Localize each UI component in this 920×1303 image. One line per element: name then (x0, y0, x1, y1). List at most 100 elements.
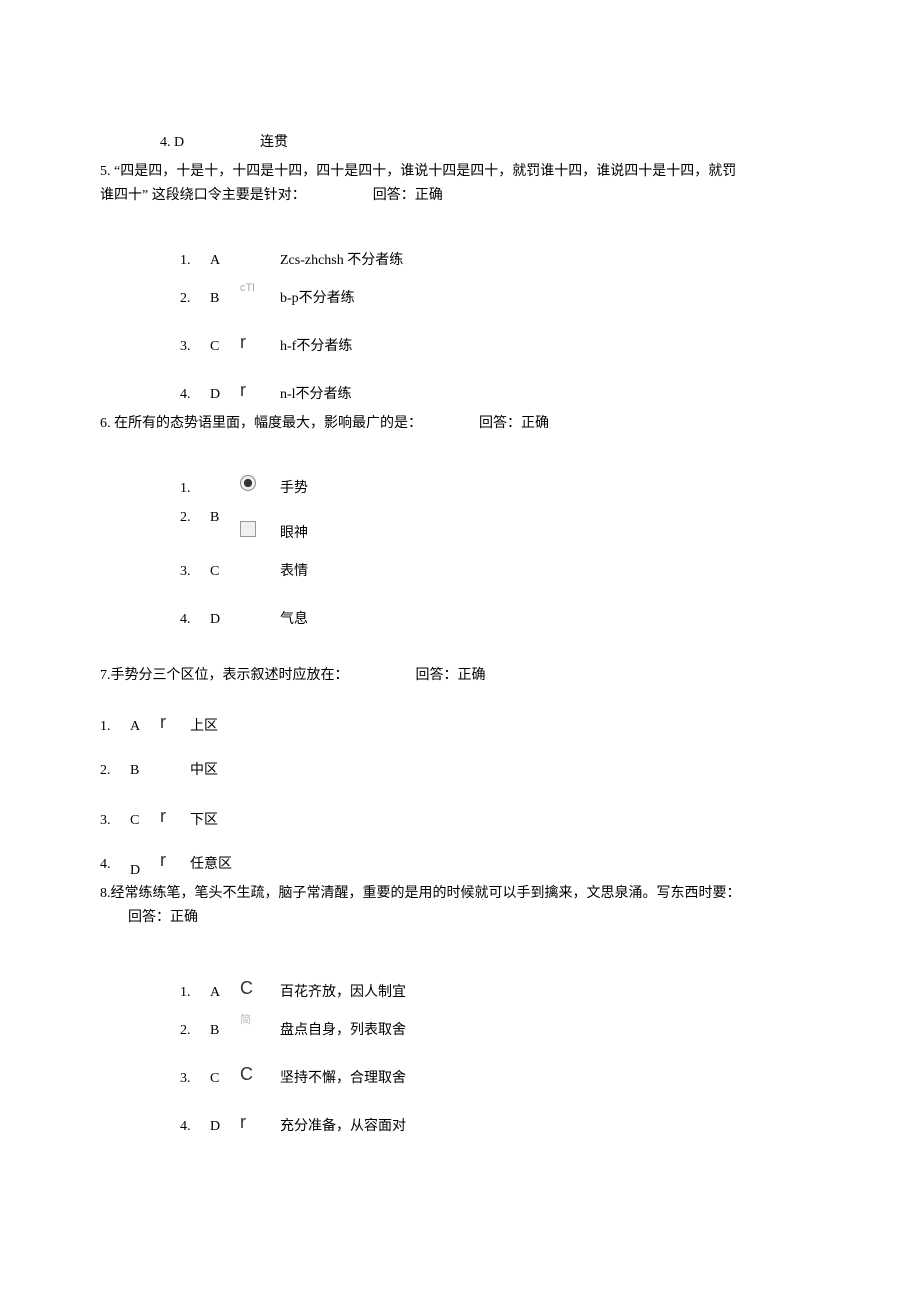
question-text: 在所有的态势语里面，幅度最大，影响最广的是： (114, 416, 422, 431)
option-marker (240, 475, 280, 499)
option-marker (240, 558, 280, 582)
option-number: 2. (180, 1020, 210, 1041)
option-letter: C (210, 561, 240, 582)
radio-selected-icon[interactable] (240, 475, 256, 491)
option-marker: r (240, 381, 280, 405)
option-text: Zcs-zhchsh 不分者练 (280, 250, 820, 271)
marker-r: r (240, 1112, 246, 1132)
option-text: b-p不分者练 (280, 288, 820, 309)
option-letter: C (130, 810, 160, 831)
marker-small: 简 (240, 1014, 251, 1026)
option-letter: D (130, 860, 160, 881)
q4-option-d: 4. D 连贯 (100, 123, 820, 153)
question-number: 6. (100, 416, 111, 431)
option-marker (240, 606, 280, 630)
option-marker: r (160, 713, 190, 737)
q7-option: 4. D r 任意区 (100, 845, 820, 875)
option-number: 1. (180, 982, 210, 1003)
marker-r: r (160, 806, 166, 826)
option-number: 2. (180, 507, 210, 528)
option-text: 眼神 (280, 507, 820, 544)
option-letter: B (210, 507, 240, 528)
marker-C: C (240, 1064, 253, 1084)
question-text: “四是四，十是十，十四是十四，四十是四十，谁说十四是四十，就罚谁十四，谁说四十是… (114, 164, 736, 179)
q6-line: 6. 在所有的态势语里面，幅度最大，影响最广的是： 回答：正确 (100, 413, 820, 434)
question-text-cont: 谁四十” 这段绕口令主要是针对： (100, 188, 306, 203)
option-marker: r (240, 333, 280, 357)
option-number: 3. (180, 336, 210, 357)
option-letter: B (210, 1020, 240, 1041)
q5-option: 3. C r h-f不分者练 (100, 327, 820, 357)
radio-unselected-icon[interactable] (240, 521, 256, 537)
option-letter: D (210, 384, 240, 405)
question-text: 经常练练笔，笔头不生疏，脑子常清醒，重要的是用的时候就可以手到擒来，文思泉涌。写… (111, 886, 741, 901)
option-letter: D (210, 609, 240, 630)
question-number: 7. (100, 668, 111, 683)
q6-option: 1. 手势 (100, 469, 820, 499)
q8-line: 8.经常练练笔，笔头不生疏，脑子常清醒，重要的是用的时候就可以手到擒来，文思泉涌… (100, 883, 820, 904)
feedback-text: 回答：正确 (416, 668, 486, 683)
option-number: 3. (180, 561, 210, 582)
feedback-text: 回答：正确 (479, 416, 549, 431)
option-text: 中区 (190, 760, 820, 781)
option-letter: C (210, 336, 240, 357)
question-number: 5. (100, 164, 111, 179)
option-text: 手势 (280, 478, 820, 499)
option-number: 1. (100, 716, 130, 737)
q7-option: 3. C r 下区 (100, 801, 820, 831)
option-number: 4. (180, 384, 210, 405)
question-number: 8. (100, 886, 111, 901)
option-text: 坚持不懈，合理取舍 (280, 1068, 820, 1089)
option-number: 4. (180, 1116, 210, 1137)
option-text: 任意区 (190, 854, 820, 875)
option-letter: B (210, 288, 240, 309)
q6-option: 4. D 气息 (100, 600, 820, 630)
option-text: n-l不分者练 (280, 384, 820, 405)
marker-C: C (240, 978, 253, 998)
q5-line2: 谁四十” 这段绕口令主要是针对： 回答：正确 (100, 185, 820, 206)
q5-option: 4. D r n-l不分者练 (100, 375, 820, 405)
q7-line: 7.手势分三个区位，表示叙述时应放在： 回答：正确 (100, 665, 820, 686)
option-letter: A (210, 250, 240, 271)
option-text: 百花齐放，因人制宜 (280, 982, 820, 1003)
q8-option: 3. C C 坚持不懈，合理取舍 (100, 1059, 820, 1089)
q6-option: 3. C 表情 (100, 552, 820, 582)
option-marker: r (240, 1113, 280, 1137)
q5-line1: 5. “四是四，十是十，十四是十四，四十是四十，谁说十四是四十，就罚谁十四，谁说… (100, 161, 820, 182)
option-text: 连贯 (260, 132, 820, 153)
option-number: 3. (100, 810, 130, 831)
option-text: h-f不分者练 (280, 336, 820, 357)
option-number: 1. (180, 250, 210, 271)
option-letter: C (210, 1068, 240, 1089)
option-text: 充分准备，从容面对 (280, 1116, 820, 1137)
q6-option: 2. B 眼神 (100, 507, 820, 544)
q5-option: 1. A Zcs-zhchsh 不分者练 (100, 241, 820, 271)
q8-option: 1. A C 百花齐放，因人制宜 (100, 973, 820, 1003)
q7-option: 1. A r 上区 (100, 707, 820, 737)
marker-cTl: cTl (240, 282, 255, 294)
option-letter: D (210, 1116, 240, 1137)
option-text: 下区 (190, 810, 820, 831)
option-marker: r (160, 807, 190, 831)
option-letter: A (210, 982, 240, 1003)
option-text: 气息 (280, 609, 820, 630)
option-marker: 简 (240, 1017, 280, 1041)
option-letter: B (130, 760, 160, 781)
option-number: 2. (180, 288, 210, 309)
option-marker (240, 507, 280, 541)
option-number: 1. (180, 478, 210, 499)
option-text: 上区 (190, 716, 820, 737)
option-marker: cTl (240, 285, 280, 309)
option-number: 4. (100, 854, 130, 875)
option-marker: C (240, 979, 280, 1003)
option-marker: C (240, 1065, 280, 1089)
option-number: 4. (180, 609, 210, 630)
q7-option: 2. B 中区 (100, 751, 820, 781)
marker-r: r (240, 332, 246, 352)
marker-r: r (160, 850, 166, 870)
q8-feedback: 回答：正确 (100, 907, 820, 928)
option-letter: A (130, 716, 160, 737)
feedback-text: 回答：正确 (373, 188, 443, 203)
feedback-text: 回答：正确 (128, 910, 198, 925)
option-text: 表情 (280, 561, 820, 582)
